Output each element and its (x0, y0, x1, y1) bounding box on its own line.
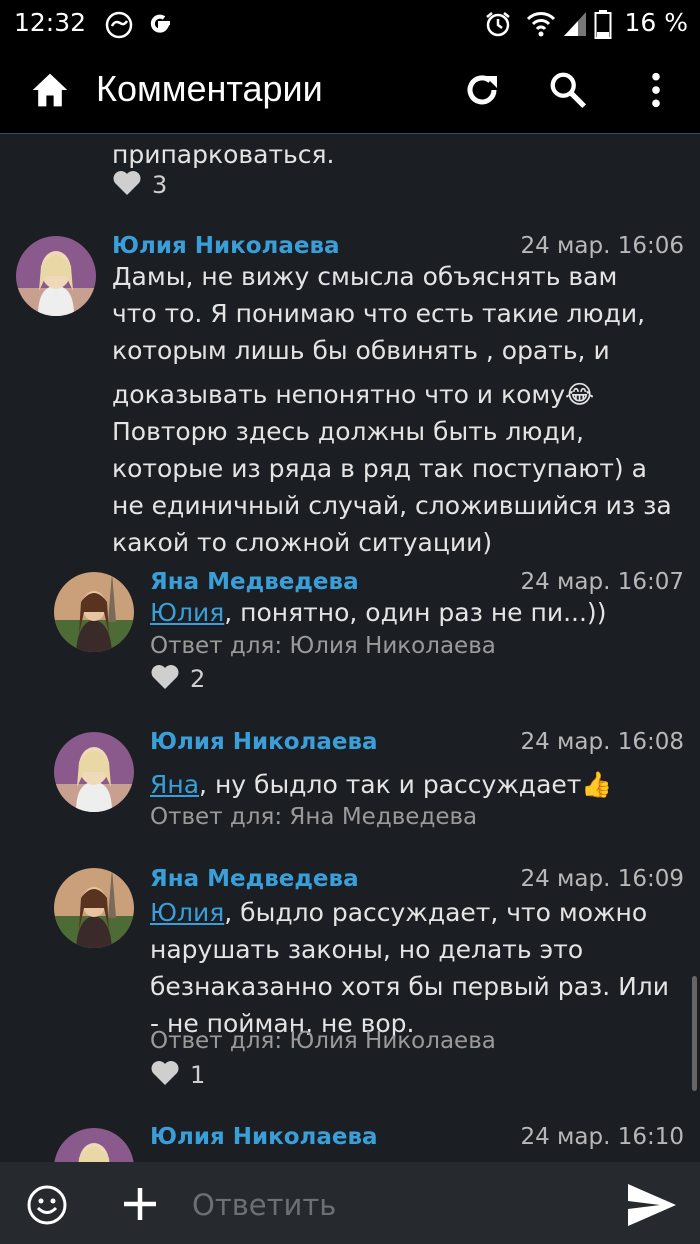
battery-icon (594, 10, 612, 39)
signal-icon (564, 12, 586, 36)
comment-date: 24 мар. 16:10 (520, 1124, 684, 1150)
comment-text: Юлия, понятно, один раз не пи...)) (150, 594, 606, 631)
comment-line: нарушать законы, но делать это (150, 935, 584, 964)
comment-body: , ну быдло так и рассуждает👍 (199, 770, 613, 799)
scrollbar[interactable] (692, 976, 697, 1091)
heart-icon (113, 171, 141, 195)
heart-icon (151, 1061, 179, 1085)
add-attachment-icon[interactable] (122, 1186, 158, 1222)
like-button[interactable]: 2 (150, 664, 205, 693)
avatar[interactable] (54, 1128, 134, 1162)
comment-line: Юлия, быдло рассуждает, что можно (150, 894, 669, 931)
mention-link[interactable]: Яна (150, 770, 199, 799)
like-button[interactable]: 3 (112, 170, 167, 199)
mention-link[interactable]: Юлия (150, 898, 224, 927)
mention-link[interactable]: Юлия (150, 598, 224, 627)
search-icon[interactable] (548, 70, 588, 110)
status-bar: 12:32 16 % (0, 0, 700, 48)
status-time: 12:32 (14, 8, 87, 37)
sync-status-icon (105, 11, 133, 39)
comment-line: которые из ряда в ряд так поступают) а (112, 454, 647, 483)
like-count: 1 (190, 1061, 206, 1089)
comment-line: доказывать непонятно что и кому😂 (112, 380, 595, 409)
comment-line: Повторю здесь должны быть люди, (112, 417, 584, 446)
reply-to-label[interactable]: Ответ для: Яна Медведева (150, 804, 477, 830)
send-icon[interactable] (626, 1182, 678, 1228)
page-title: Комментарии (96, 68, 323, 109)
comment-author[interactable]: Яна Медведева (150, 866, 359, 892)
refresh-icon[interactable] (462, 70, 502, 110)
comment-author[interactable]: Юлия Николаева (150, 1124, 378, 1150)
comment-text: Яна, ну быдло так и рассуждает👍 (150, 766, 613, 803)
alarm-icon (486, 12, 510, 37)
comment-author[interactable]: Юлия Николаева (150, 729, 378, 755)
google-icon (150, 14, 170, 33)
reply-to-label[interactable]: Ответ для: Юлия Николаева (150, 633, 496, 659)
like-count: 3 (152, 171, 168, 199)
comment-line: какой то сложной ситуации) (112, 528, 493, 557)
reply-input[interactable]: Ответить (192, 1188, 336, 1222)
comment-text: Юлия, быдло рассуждает, что можно наруша… (150, 894, 669, 1042)
like-count: 2 (190, 665, 206, 693)
home-icon[interactable] (30, 70, 70, 110)
comment-line: безнаказанно хотя бы первый раз. Или (150, 972, 670, 1001)
more-options-icon[interactable] (636, 70, 676, 110)
comment-date: 24 мар. 16:07 (520, 569, 684, 595)
battery-percent: 16 % (624, 8, 688, 37)
comment-text: припарковаться. (112, 140, 335, 169)
comment-author[interactable]: Юлия Николаева (112, 233, 340, 259)
comment-line: что то. Я понимаю что есть такие люди, (112, 299, 646, 328)
heart-icon (151, 665, 179, 689)
avatar[interactable] (54, 868, 134, 948)
comment-text: Дамы, не вижу смысла объяснять вам что т… (112, 258, 672, 561)
emoji-icon[interactable] (26, 1184, 68, 1226)
comment-author[interactable]: Яна Медведева (150, 569, 359, 595)
reply-to-label[interactable]: Ответ для: Юлия Николаева (150, 1028, 496, 1054)
comment-date: 24 мар. 16:06 (520, 233, 684, 259)
comment-body: , быдло рассуждает, что можно (224, 898, 648, 927)
comment-body: , понятно, один раз не пи...)) (224, 598, 607, 627)
comment-date: 24 мар. 16:09 (520, 866, 684, 892)
reply-composer: Ответить (0, 1162, 700, 1244)
comment-date: 24 мар. 16:08 (520, 729, 684, 755)
comment-line: Дамы, не вижу смысла объяснять вам (112, 262, 618, 291)
avatar[interactable] (54, 732, 134, 812)
like-button[interactable]: 1 (150, 1060, 205, 1089)
comment-line: которым лишь бы обвинять , орать, и (112, 336, 610, 365)
app-bar: Комментарии (0, 48, 700, 134)
avatar[interactable] (16, 236, 96, 316)
comment-line: не единичный случай, сложившийся из за (112, 491, 672, 520)
avatar[interactable] (54, 572, 134, 652)
wifi-icon (526, 12, 556, 37)
comments-list[interactable]: припарковаться. 3 Юлия Николаева 24 мар.… (0, 134, 700, 1162)
